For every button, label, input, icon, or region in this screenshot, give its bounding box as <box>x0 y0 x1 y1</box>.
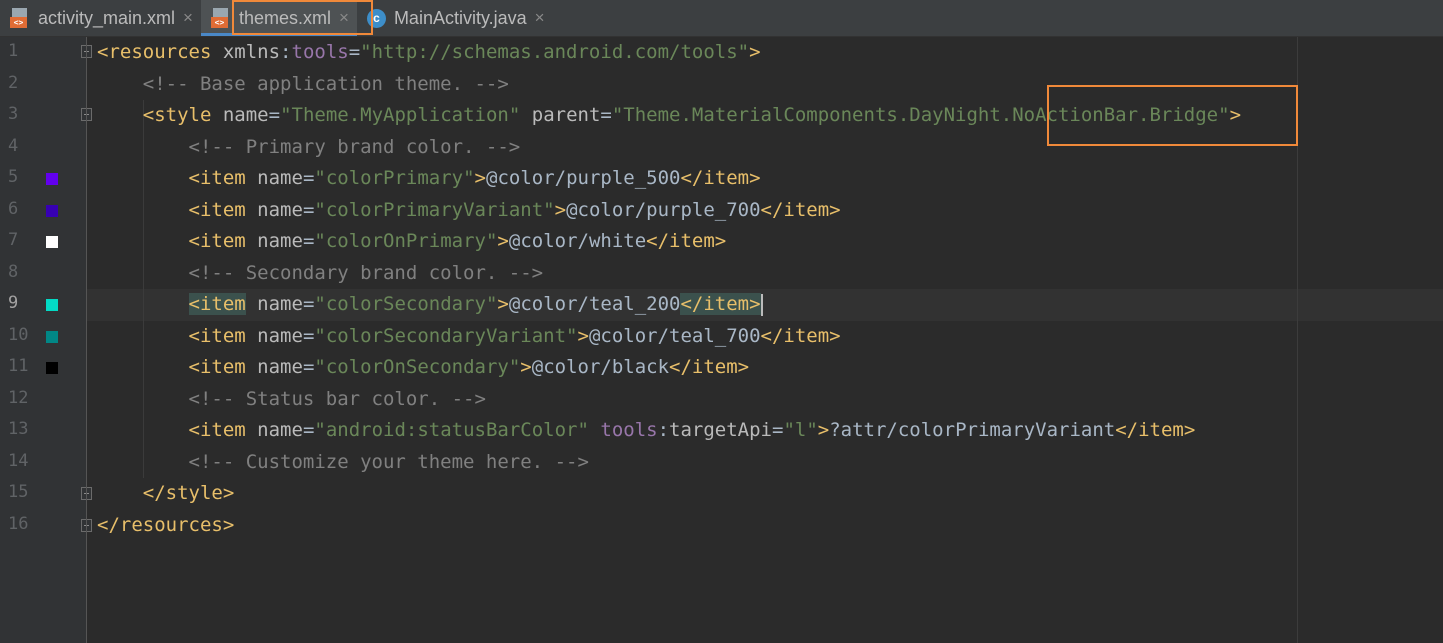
color-swatch-purple-500[interactable] <box>46 173 58 185</box>
line-number: 5 <box>8 167 19 187</box>
line-number: 15 <box>8 482 29 502</box>
matched-open-tag: <item <box>188 293 246 315</box>
code-line-1[interactable]: <resources xmlns:tools="http://schemas.a… <box>97 37 761 69</box>
xml-file-icon: <> <box>210 8 231 28</box>
code-line-6[interactable]: <item name="colorPrimaryVariant">@color/… <box>97 195 841 227</box>
code-line-14[interactable]: <!-- Customize your theme here. --> <box>97 447 589 479</box>
line-number: 1 <box>8 41 19 61</box>
code-line-2[interactable]: <!-- Base application theme. --> <box>97 69 509 101</box>
line-number: 6 <box>8 198 19 219</box>
line-number: 12 <box>8 387 29 408</box>
color-swatch-purple-700[interactable] <box>46 204 58 217</box>
line-number: 2 <box>8 72 19 93</box>
code-line-8[interactable]: <!-- Secondary brand color. --> <box>97 258 544 290</box>
code-line-11[interactable]: <item name="colorOnSecondary">@color/bla… <box>97 352 750 384</box>
close-icon[interactable]: × <box>535 8 545 28</box>
right-margin-guide <box>1297 37 1298 643</box>
tab-label: MainActivity.java <box>393 7 527 28</box>
code-line-16[interactable]: </resources> <box>97 510 234 542</box>
tab-label: activity_main.xml <box>38 7 176 28</box>
color-swatch-teal-700[interactable] <box>46 330 58 343</box>
tab-themes-xml[interactable]: <> themes.xml × <box>200 0 357 36</box>
code-line-10[interactable]: <item name="colorSecondaryVariant">@colo… <box>97 321 841 353</box>
code-line-12[interactable]: <!-- Status bar color. --> <box>97 384 486 416</box>
line-number: 4 <box>8 135 19 156</box>
code-line-15[interactable]: </style> <box>97 478 235 510</box>
close-icon[interactable]: × <box>339 8 349 28</box>
tab-activity-main-xml[interactable]: <> activity_main.xml × <box>0 0 201 36</box>
code-editor[interactable]: <resources xmlns:tools="http://schemas.a… <box>87 37 1443 643</box>
line-number: 14 <box>8 450 29 471</box>
code-line-4[interactable]: <!-- Primary brand color. --> <box>97 132 521 164</box>
color-swatch-black[interactable] <box>46 362 58 374</box>
color-swatch-white[interactable] <box>46 236 58 248</box>
code-line-3[interactable]: <style name="Theme.MyApplication" parent… <box>97 100 1241 132</box>
editor-tab-bar: <> activity_main.xml × <> themes.xml × c… <box>0 0 1443 37</box>
code-line-9[interactable]: <item name="colorSecondary">@color/teal_… <box>97 289 763 321</box>
line-number: 16 <box>8 513 29 534</box>
code-line-5[interactable]: <item name="colorPrimary">@color/purple_… <box>97 163 761 195</box>
line-number: 8 <box>8 261 19 282</box>
text-caret <box>760 293 763 316</box>
xml-file-icon: <> <box>10 8 30 28</box>
tab-label: themes.xml <box>238 7 331 28</box>
editor-gutter[interactable]: 1 2 3 4 5 6 7 8 9 10 11 12 13 14 15 16 <box>0 37 92 643</box>
line-number: 7 <box>8 230 19 250</box>
line-number: 13 <box>8 419 29 439</box>
tab-main-activity-java[interactable]: c MainActivity.java × <box>357 0 553 36</box>
code-line-13[interactable]: <item name="android:statusBarColor" tool… <box>97 415 1196 447</box>
line-number: 11 <box>8 356 29 376</box>
color-swatch-teal-200[interactable] <box>46 299 58 311</box>
code-line-7[interactable]: <item name="colorOnPrimary">@color/white… <box>97 226 727 258</box>
java-class-icon: c <box>366 8 386 28</box>
line-number: 3 <box>8 104 19 124</box>
line-number: 10 <box>8 324 29 345</box>
matched-close-tag: </item> <box>680 293 761 315</box>
line-number-current: 9 <box>8 293 19 313</box>
close-icon[interactable]: × <box>183 8 193 28</box>
